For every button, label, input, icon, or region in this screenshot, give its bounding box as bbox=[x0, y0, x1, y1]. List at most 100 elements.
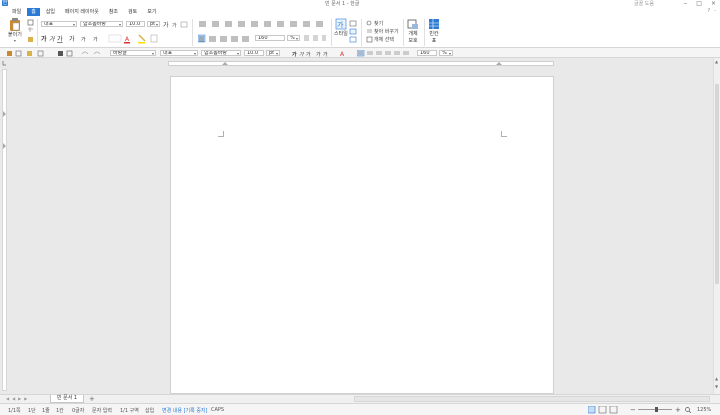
window-title: 빈 문서 1 - 한글 bbox=[325, 1, 360, 7]
svg-text:가: 가 bbox=[81, 36, 86, 43]
ribbon-separator bbox=[361, 19, 362, 46]
font-size-select[interactable]: 10.0 bbox=[126, 21, 145, 27]
clipboard-small-icons[interactable] bbox=[27, 19, 35, 43]
menu-home[interactable]: 홈 bbox=[27, 7, 40, 16]
replace-button[interactable]: 찾아 바꾸기 bbox=[374, 28, 399, 35]
zoom-out-icon[interactable]: − bbox=[630, 406, 636, 414]
menu-review[interactable]: 검토 bbox=[124, 8, 141, 16]
font-format-icons[interactable]: 가 가 가 가 가 가 A bbox=[41, 33, 189, 45]
view-mode-icons[interactable] bbox=[588, 406, 628, 414]
quick-access-icons[interactable] bbox=[6, 50, 76, 57]
tab-last-icon[interactable]: ▶ bbox=[24, 396, 27, 401]
object-label: 개체 bbox=[408, 31, 418, 37]
table-icon bbox=[429, 19, 439, 29]
close-button[interactable]: × bbox=[711, 0, 716, 7]
style-icon: 가 bbox=[335, 18, 347, 30]
horizontal-ruler[interactable] bbox=[168, 61, 554, 66]
add-tab-button[interactable]: + bbox=[89, 395, 95, 403]
align-icons[interactable] bbox=[357, 50, 415, 57]
svg-text:가: 가 bbox=[299, 51, 305, 57]
font-size-select-2[interactable]: 10.0 bbox=[244, 50, 264, 56]
object-group: 개체 보호 bbox=[407, 18, 419, 44]
svg-text:가: 가 bbox=[337, 20, 344, 29]
vertical-scroll-thumb[interactable] bbox=[715, 84, 719, 284]
help-icon[interactable]: ? bbox=[708, 8, 711, 14]
style-select-2[interactable]: 대표 ▾ bbox=[160, 50, 198, 56]
paste-label: 붙이기 bbox=[8, 32, 22, 38]
size-unit-select-2[interactable]: pt ▾ bbox=[266, 50, 280, 56]
status-bar: 1/1쪽 1단 1줄 1칸 0글자 문자 입력 1/1 구역 삽입 변경 내용 … bbox=[0, 403, 720, 415]
menu-page-layout[interactable]: 페이지 레이아웃 bbox=[61, 8, 103, 16]
shape-group: 빈칸 표 bbox=[428, 18, 440, 44]
spacing-select-2[interactable]: 160 bbox=[417, 50, 437, 56]
spacing-unit-2[interactable]: % ▾ bbox=[439, 50, 453, 56]
margin-corner-top-right bbox=[501, 131, 507, 137]
menu-file[interactable]: 파일 bbox=[8, 8, 25, 16]
tab-stop-icon[interactable] bbox=[2, 60, 7, 66]
ribbon-separator bbox=[424, 19, 425, 46]
vertical-ruler-marks bbox=[3, 111, 6, 149]
scroll-up-page-icon[interactable]: ▲ bbox=[715, 376, 718, 381]
indent-icons[interactable] bbox=[303, 35, 327, 42]
menu-insert[interactable]: 삽입 bbox=[42, 8, 59, 16]
tab-prev-icon[interactable]: ◀ bbox=[12, 396, 15, 401]
menu-reference[interactable]: 참조 bbox=[105, 8, 122, 16]
document-tab-bar: ◀ ◀ ▶ ▶ 빈 문서 1 + bbox=[0, 394, 720, 403]
format-toolbar: 바탕글 ▾ 대표 ▾ 함초롬바탕 ▾ 10.0 pt ▾ 가 가 가 가 가 A 160… bbox=[0, 48, 720, 58]
zoom-search-icon[interactable] bbox=[685, 407, 691, 413]
tab-document-1[interactable]: 빈 문서 1 bbox=[50, 395, 84, 403]
horizontal-scrollbar[interactable] bbox=[354, 396, 710, 402]
lang-font-select[interactable]: 바탕글 ▾ bbox=[110, 50, 156, 56]
status-input-mode[interactable]: 문자 입력 bbox=[92, 407, 112, 414]
find-button[interactable]: 찾기 bbox=[374, 20, 383, 27]
ribbon-collapse-icon[interactable]: - bbox=[714, 8, 716, 14]
select-object-button[interactable]: 개체 선택 bbox=[374, 36, 394, 43]
window-controls: ‒ □ × bbox=[683, 0, 716, 7]
style-group: 가 스타일 bbox=[334, 18, 348, 37]
menu-bar: 파일 홈 삽입 페이지 레이아웃 참조 검토 보기 ? - bbox=[0, 7, 720, 16]
text-format-icons[interactable]: 가 가 가 가 가 A bbox=[292, 50, 354, 57]
vertical-scrollbar[interactable]: ▲ ▲ ▼ bbox=[713, 58, 720, 394]
maximize-button[interactable]: □ bbox=[696, 0, 702, 7]
style-small-icons[interactable] bbox=[349, 20, 359, 44]
status-track-changes[interactable]: 변경 내용 [기록 중지] bbox=[162, 407, 207, 414]
line-spacing-select[interactable]: 160 bbox=[255, 35, 285, 41]
ribbon-separator bbox=[192, 19, 193, 46]
help-link[interactable]: 글꼴 도움 bbox=[634, 0, 654, 7]
style-select[interactable]: 대표 ▾ bbox=[41, 21, 77, 27]
vertical-ruler[interactable] bbox=[2, 69, 7, 391]
size-unit-select[interactable]: pt ▾ bbox=[147, 21, 160, 27]
status-insert-mode[interactable]: 삽입 bbox=[145, 407, 154, 414]
svg-text:가: 가 bbox=[57, 35, 63, 43]
font-select-2[interactable]: 함초롬바탕 ▾ bbox=[201, 50, 241, 56]
ruler-ticks bbox=[222, 62, 502, 65]
menu-view[interactable]: 보기 bbox=[143, 8, 160, 16]
minimize-button[interactable]: ‒ bbox=[683, 0, 687, 7]
style-button[interactable]: 가 스타일 bbox=[334, 18, 348, 37]
object-sub: 보호 bbox=[408, 38, 418, 44]
tab-next-icon[interactable]: ▶ bbox=[18, 396, 21, 401]
clipboard-icon bbox=[9, 18, 20, 31]
margin-corner-top-left bbox=[218, 131, 224, 137]
undo-redo-icons[interactable] bbox=[80, 50, 106, 57]
zoom-slider-knob[interactable] bbox=[655, 407, 658, 412]
paste-button[interactable]: 붙이기 ▾ bbox=[8, 18, 22, 43]
line-spacing-unit[interactable]: % ▾ bbox=[287, 35, 300, 41]
svg-text:A: A bbox=[125, 36, 130, 43]
zoom-level[interactable]: 125% bbox=[697, 407, 711, 413]
svg-text:가: 가 bbox=[69, 35, 75, 43]
svg-text:가: 가 bbox=[306, 51, 311, 57]
scroll-down-icon[interactable]: ▼ bbox=[715, 384, 718, 389]
tab-first-icon[interactable]: ◀ bbox=[6, 396, 9, 401]
scroll-up-icon[interactable]: ▲ bbox=[715, 59, 718, 64]
font-select[interactable]: 함초롬바탕 ▾ bbox=[80, 21, 123, 27]
shape-sub: 표 bbox=[431, 38, 437, 44]
shape-button[interactable]: 빈칸 표 bbox=[428, 18, 440, 44]
font-size-buttons[interactable]: 가 가 bbox=[163, 21, 189, 28]
document-page[interactable] bbox=[170, 76, 554, 394]
svg-text:가: 가 bbox=[163, 21, 169, 28]
svg-text:가: 가 bbox=[41, 35, 47, 43]
object-button[interactable]: 개체 보호 bbox=[407, 18, 419, 44]
svg-text:가: 가 bbox=[323, 51, 328, 57]
zoom-in-icon[interactable]: + bbox=[675, 406, 681, 414]
